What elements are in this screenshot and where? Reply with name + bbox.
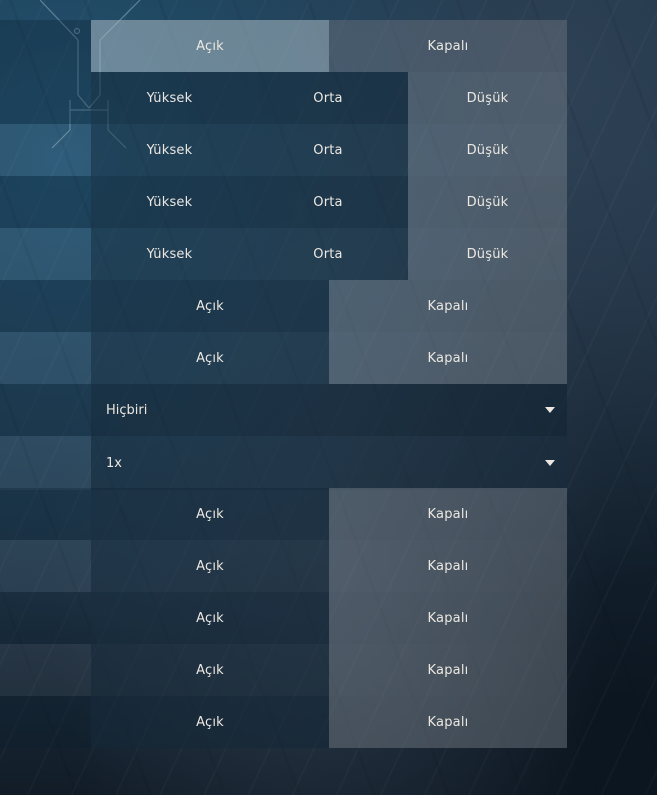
select-dropdown[interactable]: 1x [91,436,567,490]
setting-label-area [0,20,91,72]
setting-label-area [0,540,91,592]
option-off-button[interactable]: Kapalı [329,20,567,72]
select-dropdown[interactable]: Hiçbiri [91,384,567,436]
setting-row-12: Açık Kapalı [0,592,567,644]
option-on-button[interactable]: Açık [91,332,329,384]
setting-row-14: Açık Kapalı [0,696,567,748]
setting-row-10: Açık Kapalı [0,488,567,540]
setting-row-5: Yüksek Orta Düşük [0,228,567,280]
setting-label-area [0,176,91,228]
setting-row-4: Yüksek Orta Düşük [0,176,567,228]
caret-down-icon[interactable] [545,460,555,466]
option-on-button[interactable]: Açık [91,592,329,644]
option-off-button[interactable]: Kapalı [329,540,567,592]
setting-label-area [0,280,91,332]
setting-row-8: Hiçbiri [0,384,567,436]
option-high-button[interactable]: Yüksek [91,124,248,176]
setting-row-11: Açık Kapalı [0,540,567,592]
setting-label-area [0,228,91,280]
setting-label-area [0,72,91,124]
option-on-button[interactable]: Açık [91,488,329,540]
option-medium-button[interactable]: Orta [248,124,408,176]
setting-row-6: Açık Kapalı [0,280,567,332]
option-off-button[interactable]: Kapalı [329,696,567,748]
option-low-button[interactable]: Düşük [408,176,567,228]
option-medium-button[interactable]: Orta [248,228,408,280]
setting-label-area [0,644,91,696]
option-off-button[interactable]: Kapalı [329,644,567,696]
setting-label-area [0,436,91,490]
setting-row-2: Yüksek Orta Düşük [0,72,567,124]
setting-row-7: Açık Kapalı [0,332,567,384]
option-low-button[interactable]: Düşük [408,72,567,124]
option-off-button[interactable]: Kapalı [329,488,567,540]
option-on-button[interactable]: Açık [91,644,329,696]
option-high-button[interactable]: Yüksek [91,72,248,124]
setting-label-area [0,488,91,540]
setting-row-1: Açık Kapalı [0,20,567,72]
option-on-button[interactable]: Açık [91,20,329,72]
option-medium-button[interactable]: Orta [248,72,408,124]
caret-down-icon[interactable] [545,407,555,413]
setting-label-area [0,384,91,436]
setting-row-9: 1x [0,436,567,490]
option-low-button[interactable]: Düşük [408,124,567,176]
dropdown-value: 1x [106,455,122,471]
setting-label-area [0,696,91,748]
option-high-button[interactable]: Yüksek [91,176,248,228]
option-on-button[interactable]: Açık [91,696,329,748]
setting-row-3: Yüksek Orta Düşük [0,124,567,176]
option-off-button[interactable]: Kapalı [329,592,567,644]
option-off-button[interactable]: Kapalı [329,280,567,332]
option-high-button[interactable]: Yüksek [91,228,248,280]
setting-label-area [0,124,91,176]
dropdown-value: Hiçbiri [106,402,148,418]
option-off-button[interactable]: Kapalı [329,332,567,384]
setting-row-13: Açık Kapalı [0,644,567,696]
setting-label-area [0,592,91,644]
setting-label-area [0,332,91,384]
option-medium-button[interactable]: Orta [248,176,408,228]
option-on-button[interactable]: Açık [91,280,329,332]
option-low-button[interactable]: Düşük [408,228,567,280]
option-on-button[interactable]: Açık [91,540,329,592]
